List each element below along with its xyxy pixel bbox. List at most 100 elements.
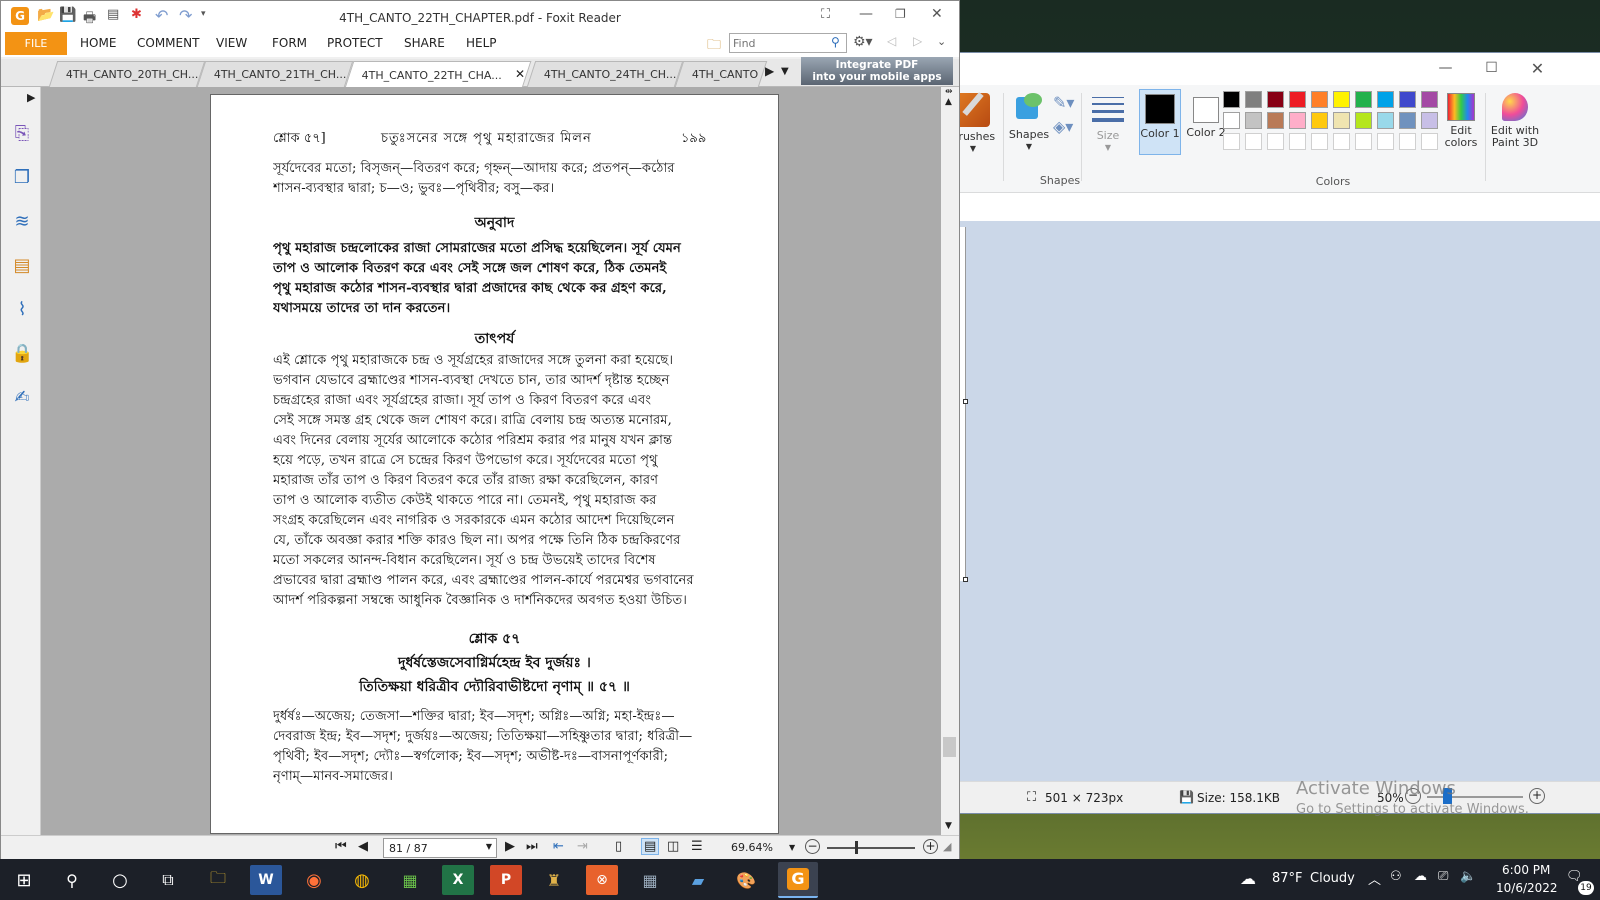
custom-color-slot[interactable]	[1355, 133, 1372, 150]
tab-20th-chapter[interactable]: 4TH_CANTO_20TH_CH...	[48, 61, 206, 87]
scroll-down-icon[interactable]: ▼	[945, 821, 952, 831]
custom-color-slot[interactable]	[1223, 133, 1240, 150]
network-icon[interactable]: ⎚	[1438, 869, 1448, 884]
zoom-slider-track[interactable]	[827, 847, 915, 849]
redo-icon[interactable]: ↷	[179, 6, 192, 25]
color-swatch[interactable]	[1289, 112, 1306, 129]
attachment-icon[interactable]: ⌇	[11, 299, 33, 321]
menu-view[interactable]: VIEW	[216, 36, 247, 50]
page-number-field[interactable]: 81 / 87 ▼	[383, 838, 497, 858]
fill-icon[interactable]: ◈▾	[1053, 117, 1073, 136]
fullscreen-icon[interactable]: ⛶	[821, 7, 830, 22]
signature-icon[interactable]: ✍	[11, 387, 33, 409]
zoom-slider-thumb[interactable]	[855, 841, 858, 854]
color-swatch[interactable]	[1355, 91, 1372, 108]
color-swatch[interactable]	[1267, 91, 1284, 108]
lock-icon[interactable]: 🔒	[11, 343, 33, 365]
tabs-list-icon[interactable]: ▼	[781, 66, 789, 77]
notepad-icon[interactable]: ▦	[394, 865, 426, 895]
go-forward-icon[interactable]: ⇥	[577, 839, 588, 854]
file-explorer-icon[interactable]: 🗀	[202, 865, 234, 895]
next-result-icon[interactable]: ▷	[913, 34, 922, 48]
powerpoint-icon[interactable]: P	[490, 865, 522, 895]
color-swatch[interactable]	[1355, 112, 1372, 129]
onedrive-icon[interactable]: ☁	[1414, 869, 1427, 884]
resize-grip-icon[interactable]: ◢	[943, 840, 951, 853]
custom-color-slot[interactable]	[1377, 133, 1394, 150]
color-swatch[interactable]	[1223, 112, 1240, 129]
open-icon[interactable]: 📂	[37, 7, 54, 23]
weather-icon[interactable]: ☁	[1240, 869, 1256, 888]
file-menu[interactable]: FILE	[5, 32, 67, 55]
quick-access-dropdown-icon[interactable]: ▾	[201, 9, 206, 19]
menu-share[interactable]: SHARE	[404, 36, 445, 50]
layers-icon[interactable]: ≋	[11, 211, 33, 233]
tray-chevron-icon[interactable]: ︿	[1368, 869, 1381, 888]
restore-button[interactable]: ❐	[895, 7, 906, 21]
promo-banner[interactable]: Integrate PDF into your mobile apps	[801, 57, 953, 85]
custom-color-slot[interactable]	[1267, 133, 1284, 150]
search-icon[interactable]: ⚲	[831, 35, 840, 49]
weather-text[interactable]: Cloudy	[1310, 871, 1355, 886]
tabs-scroll-right-icon[interactable]: ▶	[765, 64, 774, 78]
menu-help[interactable]: HELP	[466, 36, 497, 50]
custom-color-slot[interactable]	[1333, 133, 1350, 150]
color-swatch[interactable]	[1223, 91, 1240, 108]
clock-date[interactable]: 10/6/2022	[1496, 881, 1558, 895]
size-button[interactable]: Size ▼	[1085, 91, 1131, 171]
search-folder-icon[interactable]: 🗀	[707, 34, 721, 58]
first-page-icon[interactable]: ⏮	[335, 839, 347, 854]
color-swatch[interactable]	[1399, 91, 1416, 108]
chrome-icon[interactable]: ◍	[346, 865, 378, 895]
new-icon[interactable]: ✱	[131, 7, 142, 22]
edit-paint3d-button[interactable]: Edit with Paint 3D	[1489, 91, 1541, 157]
menu-form[interactable]: FORM	[272, 36, 307, 50]
app-icon[interactable]: ▰	[682, 865, 714, 895]
menu-comment[interactable]: COMMENT	[137, 36, 199, 50]
close-tab-icon[interactable]: ✕	[515, 67, 525, 81]
color-swatch[interactable]	[1289, 91, 1306, 108]
go-back-icon[interactable]: ⇤	[553, 839, 564, 854]
last-page-icon[interactable]: ⏭	[526, 839, 538, 854]
continuous-facing-icon[interactable]: ☰	[691, 839, 703, 854]
color-swatch[interactable]	[1421, 112, 1438, 129]
color2-button[interactable]: Color 2	[1185, 89, 1227, 155]
tab-21th-chapter[interactable]: 4TH_CANTO_21TH_CH...	[196, 61, 354, 87]
custom-color-slot[interactable]	[1399, 133, 1416, 150]
minimize-button[interactable]: —	[1423, 53, 1468, 83]
single-page-icon[interactable]: ▯	[615, 839, 622, 854]
volume-icon[interactable]: 🔈	[1460, 869, 1476, 884]
color-swatch[interactable]	[1377, 112, 1394, 129]
close-button[interactable]: ✕	[931, 6, 943, 22]
undo-icon[interactable]: ↶	[155, 6, 168, 25]
search-icon[interactable]: ⚲	[56, 865, 88, 895]
vertical-scrollbar[interactable]: ⇹ ▲ ▼	[941, 87, 959, 835]
zoom-percent[interactable]: 69.64%	[731, 841, 773, 854]
previous-page-icon[interactable]: ◀	[358, 839, 368, 854]
facing-page-icon[interactable]: ◫	[667, 839, 679, 854]
windows-start-icon[interactable]: ⊞	[8, 865, 40, 895]
continuous-page-icon[interactable]: ▤	[641, 838, 660, 855]
resize-handle[interactable]	[963, 577, 968, 582]
color-swatch[interactable]	[1333, 112, 1350, 129]
comments-icon[interactable]: ▤	[11, 255, 33, 277]
custom-color-slot[interactable]	[1421, 133, 1438, 150]
print-icon[interactable]: 🖶	[83, 7, 96, 31]
resize-handle[interactable]	[963, 399, 968, 404]
maximize-button[interactable]: ☐	[1469, 53, 1514, 83]
color-swatch[interactable]	[1311, 112, 1328, 129]
chevron-down-icon[interactable]: ⌄	[937, 35, 946, 48]
pages-icon[interactable]: ❐	[11, 167, 33, 189]
people-icon[interactable]: ⚇	[1390, 869, 1402, 884]
minimize-button[interactable]: —	[859, 6, 873, 22]
cortana-icon[interactable]: ○	[104, 865, 136, 895]
menu-protect[interactable]: PROTECT	[327, 36, 383, 50]
app-icon[interactable]: ⊗	[586, 865, 618, 895]
color-swatch[interactable]	[1333, 91, 1350, 108]
color-swatch[interactable]	[1311, 91, 1328, 108]
save-icon[interactable]: 💾	[59, 7, 76, 23]
app-icon[interactable]: ♜	[538, 865, 570, 895]
outline-icon[interactable]: ✎▾	[1053, 93, 1074, 112]
color1-button[interactable]: Color 1	[1139, 89, 1181, 155]
edit-colors-button[interactable]: Edit colors	[1441, 91, 1481, 157]
